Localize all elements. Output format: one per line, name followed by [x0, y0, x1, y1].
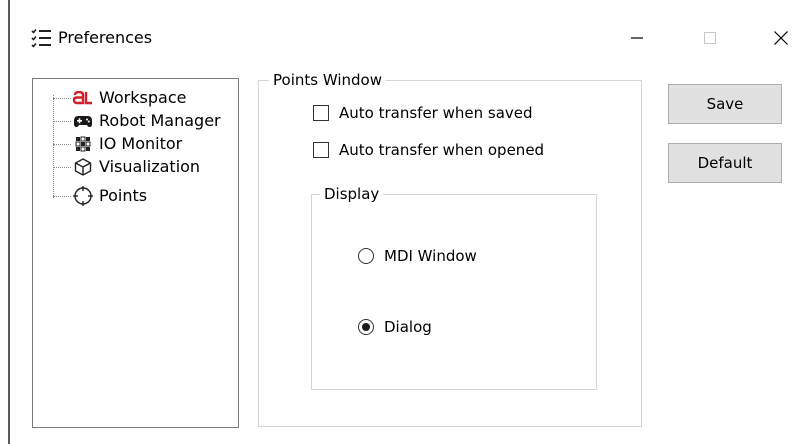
checkbox-label: Auto transfer when saved: [339, 104, 533, 122]
radio-selected-dot: [362, 323, 370, 331]
maximize-icon: [704, 32, 716, 44]
save-button[interactable]: Save: [668, 84, 782, 124]
points-window-group-title: Points Window: [269, 71, 386, 89]
cube-icon: [73, 158, 93, 176]
tree-item-label: Points: [99, 186, 148, 205]
io-grid-icon: [73, 135, 93, 153]
checkbox-label: Auto transfer when opened: [339, 141, 545, 159]
crosshair-icon: [73, 186, 93, 206]
tree-branch-line: [53, 195, 71, 197]
preferences-tree: Workspace Robot Manager IO Monitor Visua…: [32, 78, 239, 428]
tree-item-robot-manager[interactable]: Robot Manager: [53, 110, 221, 132]
tree-branch-line: [53, 166, 71, 168]
window-title: Preferences: [58, 28, 153, 47]
tree-item-label: Workspace: [99, 88, 187, 107]
list-settings-icon: [31, 28, 51, 48]
tree-item-visualization[interactable]: Visualization: [53, 156, 200, 178]
tree-item-points[interactable]: Points: [53, 185, 147, 207]
points-window-group: Points Window Auto transfer when saved A…: [258, 71, 642, 427]
display-group-title: Display: [320, 185, 384, 203]
tree-item-workspace[interactable]: Workspace: [53, 87, 186, 109]
tree-item-label: IO Monitor: [99, 134, 183, 153]
close-button[interactable]: [758, 22, 804, 54]
title-bar: Preferences: [10, 0, 805, 76]
checkbox-box[interactable]: [313, 105, 329, 121]
auto-transfer-saved-checkbox[interactable]: Auto transfer when saved: [313, 104, 533, 122]
workspace-logo-icon: [73, 89, 93, 107]
display-group: Display MDI Window Dialog: [311, 185, 597, 390]
minimize-icon: [631, 37, 643, 39]
tree-branch-line: [53, 143, 71, 145]
dialog-radio[interactable]: Dialog: [358, 318, 432, 336]
checkbox-box[interactable]: [313, 142, 329, 158]
radio-label: MDI Window: [384, 247, 477, 265]
auto-transfer-opened-checkbox[interactable]: Auto transfer when opened: [313, 141, 544, 159]
minimize-button[interactable]: [614, 22, 660, 54]
maximize-button[interactable]: [687, 22, 733, 54]
tree-item-label: Robot Manager: [99, 111, 221, 130]
gamepad-icon: [73, 112, 93, 130]
radio-label: Dialog: [384, 318, 432, 336]
tree-item-label: Visualization: [99, 157, 201, 176]
tree-branch-line: [53, 97, 71, 99]
close-icon: [774, 31, 788, 45]
mdi-window-radio[interactable]: MDI Window: [358, 247, 477, 265]
default-button[interactable]: Default: [668, 143, 782, 183]
radio-circle[interactable]: [358, 319, 374, 335]
radio-circle[interactable]: [358, 248, 374, 264]
tree-item-io-monitor[interactable]: IO Monitor: [53, 133, 182, 155]
tree-branch-line: [53, 120, 71, 122]
